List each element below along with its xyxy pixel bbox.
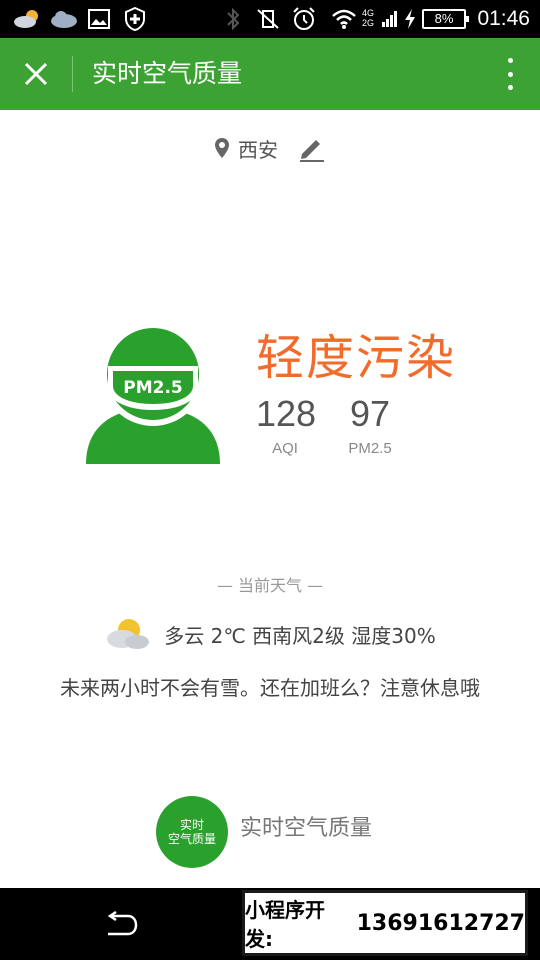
weather-summary-row: 多云 2℃ 西南风2级 湿度30% — [0, 614, 540, 654]
brand-badge-line2: 空气质量 — [167, 832, 216, 846]
wifi-icon — [330, 0, 358, 38]
promo-label: 小程序开发: — [245, 898, 325, 951]
network-type-bottom: 2G — [362, 18, 375, 28]
weather-tip: 未来两小时不会有雪。还在加班么？注意休息哦 — [60, 676, 480, 700]
back-icon — [107, 911, 138, 936]
page-title: 实时空气质量 — [92, 59, 243, 88]
bluetooth-icon — [222, 0, 244, 38]
edit-location-button[interactable] — [298, 134, 326, 162]
pm25-label: PM2.5 — [348, 440, 392, 457]
vibrate-off-icon — [254, 0, 282, 38]
weather-summary: 多云 2℃ 西南风2级 湿度30% — [164, 623, 436, 648]
close-button[interactable] — [14, 52, 58, 96]
image-notification-icon — [86, 0, 112, 38]
status-bar: 4G 2G 8% 01:46 — [0, 0, 540, 38]
shield-notification-icon — [122, 0, 148, 38]
title-divider — [72, 56, 73, 92]
more-vertical-icon — [507, 58, 513, 63]
more-menu-button[interactable] — [498, 54, 522, 94]
aqi-label: AQI — [272, 440, 298, 457]
signal-icon — [380, 0, 400, 38]
location-row: 西安 — [0, 128, 540, 168]
promo-number: 13691612727 — [356, 910, 525, 936]
location-city: 西安 — [238, 137, 278, 162]
title-bar: 实时空气质量 — [0, 38, 540, 110]
promo-banner: 小程序开发: 13691612727 — [242, 890, 528, 956]
pm25-stat: 97 PM2.5 — [340, 392, 400, 462]
pollution-level: 轻度污染 — [256, 330, 457, 386]
clock: 01:46 — [477, 7, 530, 30]
edit-pencil-icon — [300, 140, 324, 162]
mask-person-image: PM2.5 — [80, 318, 226, 464]
partly-cloudy-icon — [107, 619, 150, 649]
alarm-clock-icon — [290, 0, 318, 38]
brand-badge: 实时 空气质量 — [156, 796, 228, 868]
pm25-value: 97 — [349, 393, 391, 434]
cloud-notification-icon — [48, 0, 80, 38]
network-type-top: 4G — [362, 8, 375, 18]
mask-label: PM2.5 — [123, 378, 183, 398]
charging-icon — [402, 0, 418, 38]
brand-badge-line1: 实时 — [179, 818, 204, 832]
network-type: 4G 2G — [362, 8, 374, 28]
weather-section-title: — 当前天气 — — [216, 576, 324, 595]
location-pin-icon — [215, 138, 229, 158]
close-icon — [24, 62, 48, 86]
back-button[interactable] — [98, 906, 142, 942]
battery-level: 8% — [422, 9, 469, 29]
aqi-value: 128 — [256, 393, 317, 434]
aqi-stat: 128 AQI — [256, 392, 317, 462]
weather-notification-icon — [10, 0, 44, 38]
brand-name: 实时空气质量 — [240, 816, 373, 841]
